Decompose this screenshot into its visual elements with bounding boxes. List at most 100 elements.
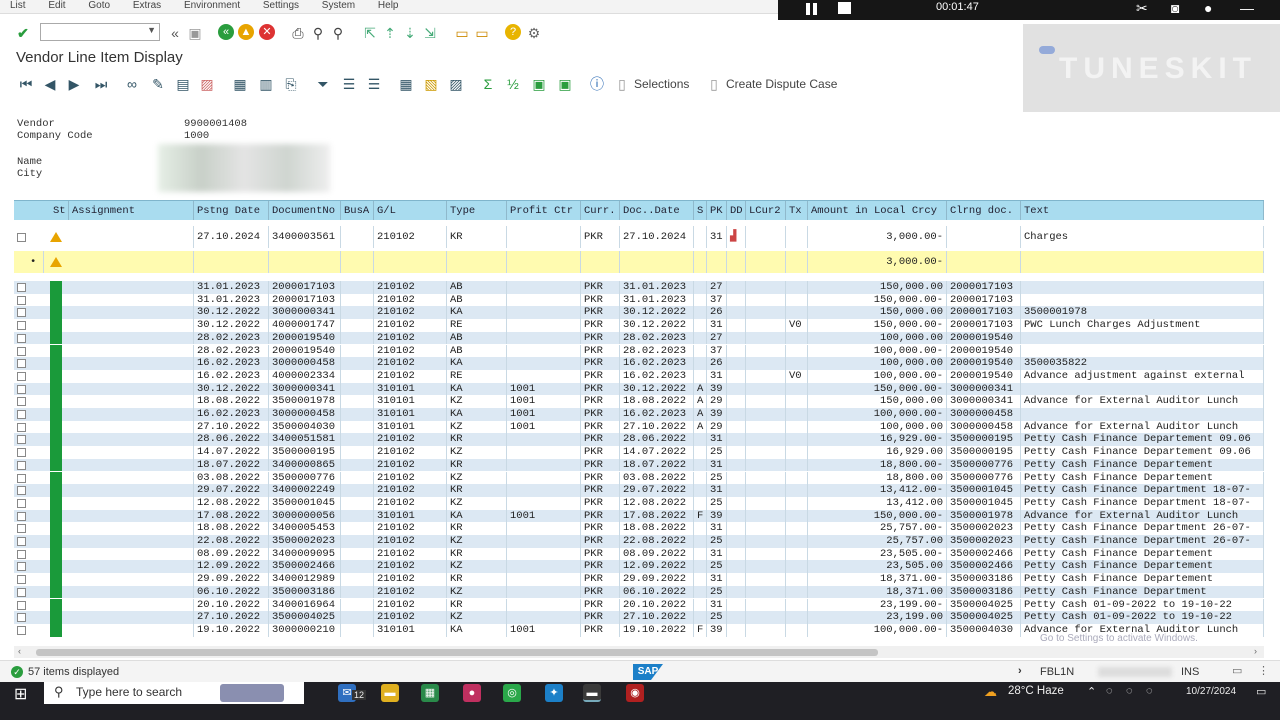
table-row[interactable]: 31.01.2023 2000017103 210102 AB PKR 31.01.202… bbox=[14, 281, 1264, 294]
row-select-checkbox[interactable] bbox=[17, 524, 26, 534]
last-page-icon[interactable]: ⇲ bbox=[421, 24, 439, 42]
choose-layout-icon[interactable]: ▨ bbox=[447, 75, 465, 93]
horizontal-scrollbar[interactable]: ‹ › bbox=[14, 646, 1264, 658]
column-header-tax-code[interactable]: Tx bbox=[786, 201, 808, 220]
tray-chevron-icon[interactable]: ⌃ bbox=[1087, 685, 1096, 698]
pause-icon[interactable] bbox=[806, 2, 820, 15]
edit-pencil-icon[interactable]: ✎ bbox=[149, 75, 167, 93]
row-select-checkbox[interactable] bbox=[17, 613, 26, 623]
menu-environment[interactable]: Environment bbox=[184, 1, 240, 11]
back-icon[interactable]: « bbox=[218, 24, 234, 40]
table-row[interactable]: 12.09.2022 3500002466 210102 KZ PKR 12.09.202… bbox=[14, 560, 1264, 574]
print-icon[interactable]: ⎙ bbox=[289, 24, 307, 42]
delete-icon[interactable]: ▨ bbox=[198, 75, 216, 93]
table-row[interactable]: 12.08.2022 3500001045 210102 KZ PKR 12.08.202… bbox=[14, 496, 1264, 510]
column-header-clearing-doc[interactable]: Clrng doc. bbox=[947, 201, 1021, 220]
first-page-icon[interactable]: ⇱ bbox=[361, 24, 379, 42]
column-header-special-gl[interactable]: S bbox=[694, 201, 707, 220]
table-row[interactable]: 08.09.2022 3400009095 210102 KR PKR 08.09.202… bbox=[14, 547, 1264, 561]
file-explorer-icon[interactable]: ▬ bbox=[381, 684, 399, 702]
row-select-checkbox[interactable] bbox=[17, 575, 26, 585]
table-row[interactable]: 16.02.2023 3000000458 310101 KA 1001 PKR 16.02… bbox=[14, 408, 1264, 421]
row-select-checkbox[interactable] bbox=[17, 233, 26, 242]
select-icon[interactable]: ▤ bbox=[174, 75, 192, 93]
notification-icon[interactable]: ▭ bbox=[1256, 685, 1266, 698]
menu-help[interactable]: Help bbox=[378, 1, 399, 11]
exit-icon[interactable]: ▲ bbox=[238, 24, 254, 40]
shortcut-icon[interactable]: ▭ bbox=[473, 24, 491, 42]
table-row[interactable]: 30.12.2022 3000000341 210102 KA PKR 30.12.202… bbox=[14, 306, 1264, 320]
column-header-document-no[interactable]: DocumentNo bbox=[269, 201, 341, 220]
sort-ascending-icon[interactable]: ☰ bbox=[340, 75, 358, 93]
display-glasses-icon[interactable]: ∞ bbox=[123, 75, 141, 93]
dispute-case-icon[interactable]: ▯ bbox=[705, 75, 723, 93]
next-page-icon[interactable]: ⇣ bbox=[401, 24, 419, 42]
table-row[interactable]: 27.10.2022 3500004030 310101 KZ 1001 PKR 27.10… bbox=[14, 420, 1264, 434]
cancel-icon[interactable]: ✕ bbox=[259, 24, 275, 40]
stop-icon[interactable] bbox=[838, 2, 851, 14]
column-header-local-currency-2[interactable]: LCur2 bbox=[746, 201, 786, 220]
column-header-amount-local[interactable]: Amount in Local Crcy bbox=[808, 201, 947, 220]
table-row[interactable]: 20.10.2022 3400016964 210102 KR PKR 20.10.202… bbox=[14, 598, 1264, 612]
table-row[interactable]: 30.12.2022 3000000341 310101 KA 1001 PKR 30.12… bbox=[14, 382, 1264, 396]
change-layout-icon[interactable]: ▧ bbox=[422, 75, 440, 93]
row-select-checkbox[interactable] bbox=[17, 511, 26, 521]
taskbar-date[interactable]: 10/27/2024 bbox=[1186, 686, 1236, 697]
table-row[interactable]: 30.12.2022 4000001747 210102 RE PKR 30.12.202… bbox=[14, 319, 1264, 332]
selections-icon[interactable]: ▯ bbox=[613, 75, 631, 93]
row-select-checkbox[interactable] bbox=[17, 371, 26, 381]
column-header-st[interactable]: St bbox=[50, 201, 69, 220]
command-field[interactable]: ▼ bbox=[40, 23, 160, 41]
filter-icon[interactable]: ⏷ bbox=[314, 75, 332, 93]
spreadsheet-icon[interactable]: ▣ bbox=[530, 75, 548, 93]
row-select-checkbox[interactable] bbox=[17, 308, 26, 318]
document-icon[interactable]: ▦ bbox=[231, 75, 249, 93]
row-select-checkbox[interactable] bbox=[17, 397, 26, 407]
menu-system[interactable]: System bbox=[322, 1, 355, 11]
menu-settings[interactable]: Settings bbox=[263, 1, 299, 11]
column-header-posting-key[interactable]: PK bbox=[707, 201, 727, 220]
word-processing-icon[interactable]: ▣ bbox=[556, 75, 574, 93]
info-icon[interactable]: ⓘ bbox=[588, 75, 606, 93]
chat-icon[interactable]: ● bbox=[1204, 0, 1212, 16]
row-select-checkbox[interactable] bbox=[17, 422, 26, 432]
column-header-currency[interactable]: Curr. bbox=[581, 201, 620, 220]
column-header-text[interactable]: Text bbox=[1021, 201, 1264, 220]
row-select-checkbox[interactable] bbox=[17, 600, 26, 610]
row-select-checkbox[interactable] bbox=[17, 283, 26, 292]
table-row[interactable]: 27.10.2022 3500004025 210102 KZ PKR 27.10.202… bbox=[14, 611, 1264, 624]
table-row[interactable]: 28.02.2023 2000019540 210102 AB PKR 28.02.202… bbox=[14, 331, 1264, 345]
table-row[interactable]: 22.08.2022 3500002023 210102 KZ PKR 22.08.202… bbox=[14, 535, 1264, 548]
status-options-icon[interactable]: ▭ bbox=[1232, 664, 1242, 677]
next-item-icon[interactable]: ▶ bbox=[65, 75, 83, 93]
row-select-checkbox[interactable] bbox=[17, 498, 26, 508]
help-icon[interactable]: ? bbox=[505, 24, 521, 40]
table-row[interactable]: 18.08.2022 3500001978 310101 KZ 1001 PKR 18.08… bbox=[14, 395, 1264, 408]
menu-goto[interactable]: Goto bbox=[88, 1, 110, 11]
expand-status-icon[interactable]: › bbox=[1018, 665, 1022, 677]
row-select-checkbox[interactable] bbox=[17, 410, 26, 419]
sap-gui-icon[interactable]: ▬ bbox=[583, 684, 601, 702]
table-row[interactable]: 28.02.2023 2000019540 210102 AB PKR 28.02.202… bbox=[14, 344, 1264, 358]
row-select-checkbox[interactable] bbox=[17, 435, 26, 445]
row-select-checkbox[interactable] bbox=[17, 562, 26, 572]
row-select-checkbox[interactable] bbox=[17, 321, 26, 331]
row-select-checkbox[interactable] bbox=[17, 295, 26, 305]
table-row[interactable]: 28.06.2022 3400051581 210102 KR PKR 28.06.202… bbox=[14, 433, 1264, 447]
row-select-checkbox[interactable] bbox=[17, 460, 26, 470]
subtotal-icon[interactable]: ½ bbox=[504, 75, 522, 93]
row-select-checkbox[interactable] bbox=[17, 587, 26, 597]
column-header-business-area[interactable]: BusA bbox=[341, 201, 374, 220]
previous-page-icon[interactable]: ⇡ bbox=[381, 24, 399, 42]
whatsapp-icon[interactable]: ◎ bbox=[503, 684, 521, 702]
table-row[interactable]: 29.09.2022 3400012989 210102 KR PKR 29.09.202… bbox=[14, 573, 1264, 586]
save-icon[interactable]: ▣ bbox=[186, 24, 204, 42]
status-more-icon[interactable]: ⋮ bbox=[1258, 664, 1269, 677]
column-header-doc-type[interactable]: Type bbox=[447, 201, 507, 220]
column-header-profit-center[interactable]: Profit Ctr bbox=[507, 201, 581, 220]
table-row[interactable]: 16.02.2023 3000000458 210102 KA PKR 16.02.202… bbox=[14, 357, 1264, 370]
last-item-icon[interactable]: ⏭ bbox=[92, 75, 110, 93]
find-icon[interactable]: ⚲ bbox=[309, 24, 327, 42]
create-dispute-case-button[interactable]: Create Dispute Case bbox=[726, 77, 837, 91]
new-session-icon[interactable]: ▭ bbox=[453, 24, 471, 42]
